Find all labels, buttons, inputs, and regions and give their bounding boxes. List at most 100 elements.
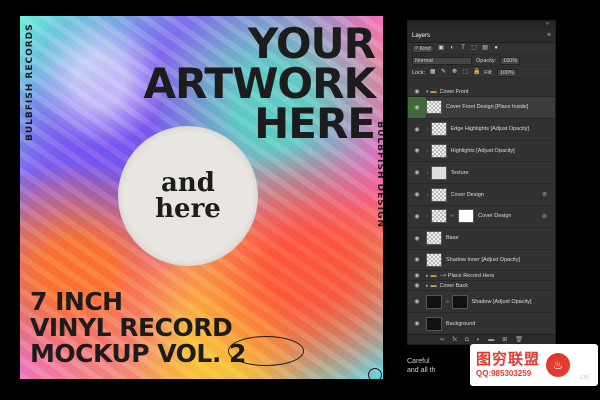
layer-name: Cover Design (478, 213, 512, 220)
chevron-down-icon[interactable]: ▾ (426, 89, 429, 95)
fx-icon[interactable]: fx (452, 337, 457, 343)
eye-icon[interactable]: ◉ (410, 147, 424, 154)
layer-name: Cover Back (439, 282, 468, 289)
circle-text-line: here (155, 194, 221, 224)
eye-icon[interactable]: ◉ (410, 298, 424, 305)
eye-icon[interactable]: ◉ (410, 272, 424, 279)
layers-tab[interactable]: Layers (412, 33, 430, 39)
layer-row[interactable]: ◉ ∞ Shadow [Adjust Opacity] (408, 291, 555, 314)
eye-icon[interactable]: ◉ (410, 235, 424, 242)
eye-icon[interactable]: ◉ (410, 213, 424, 220)
layer-row[interactable]: ◉ ↓ Texture (408, 162, 555, 185)
lock-pixels-icon[interactable]: ▦ (429, 69, 436, 76)
eye-icon[interactable]: ◉ (410, 256, 424, 263)
layer-row[interactable]: ◉ ↓ Edge Highlights [Adjust Opacity] (408, 119, 555, 141)
layer-name: Edge Highlights [Adjust Opacity] (450, 126, 530, 133)
link-layers-icon[interactable]: ∞ (440, 337, 444, 343)
lock-all-icon[interactable]: 🔒 (473, 69, 480, 76)
layer-name: Background (446, 320, 476, 327)
layer-name: Shadow Inner [Adjust Opacity] (446, 256, 520, 263)
layer-row[interactable]: ◉ ▸ ▬ Cover Back (408, 281, 555, 292)
layer-thumbnail (426, 294, 442, 309)
fill-input[interactable]: 100% (496, 68, 517, 77)
subtitle-line: 7 INCH (30, 287, 123, 316)
lock-paint-icon[interactable]: ✎ (440, 69, 447, 76)
watermark-contact: QQ:985303259 (476, 369, 532, 378)
note-line: and all th (407, 367, 436, 374)
link-icon[interactable]: ∞ (446, 299, 450, 305)
layer-thumbnail (430, 209, 447, 224)
cover-headline: YOUR ARTWORK HERE (125, 19, 376, 145)
trash-icon[interactable]: 🗑 (515, 336, 523, 343)
clip-icon: ↓ (426, 213, 429, 220)
new-layer-icon[interactable]: ⊞ (502, 336, 507, 343)
clip-icon: ↓ (426, 191, 429, 198)
layer-row[interactable]: ◉ Background (408, 313, 555, 335)
pixel-filter-icon[interactable]: ▣ (438, 45, 445, 52)
filter-toggle-icon[interactable]: ● (493, 45, 500, 52)
clip-icon: ↓ (426, 126, 429, 133)
layer-thumbnail (426, 100, 442, 115)
layer-name: Cover Front Design [Place Inside] (446, 104, 529, 111)
folder-icon: ▬ (430, 282, 437, 289)
kind-filter-select[interactable]: ⌕ Kind (412, 44, 434, 53)
kind-label: Kind (419, 45, 431, 52)
collapse-icon[interactable]: » (546, 21, 549, 27)
chevron-right-icon[interactable]: ▸ (426, 283, 429, 289)
layer-row[interactable]: ◉ Cover Front Design [Place Inside] (408, 97, 555, 119)
watermark-title: 图穷联盟 (476, 351, 541, 368)
note-line: Careful (407, 358, 430, 365)
layer-row[interactable]: ◉ Shadow Inner [Adjust Opacity] (408, 250, 555, 272)
eye-icon[interactable]: ◉ (410, 88, 424, 95)
eye-icon[interactable]: ◉ (410, 104, 424, 111)
lock-label: Lock: (412, 69, 426, 76)
flame-logo-icon: ♨ (546, 353, 571, 377)
lock-move-icon[interactable]: ✥ (451, 69, 458, 76)
lock-artboard-icon[interactable]: ⬚ (462, 69, 469, 76)
headline-line: YOUR (247, 19, 376, 68)
watermark-badge: 图穷联盟 QQ:985303259 ♨ (470, 344, 598, 386)
layer-mask-thumbnail (458, 209, 475, 224)
eye-icon[interactable]: ◉ (410, 169, 424, 176)
opacity-label: Opacity: (476, 57, 497, 64)
add-mask-icon[interactable]: ◘ (465, 337, 469, 343)
eye-icon[interactable]: ◉ (410, 282, 424, 289)
layer-name: Base (446, 235, 459, 242)
layer-name: --> Place Record Here (439, 272, 495, 279)
layer-thumbnail (426, 231, 442, 246)
layer-row[interactable]: ◉ ↓ Highlights [Adjust Opacity] (408, 141, 555, 163)
panel-titlebar: » (408, 21, 555, 29)
layer-row[interactable]: ◉ ▸ ▬ --> Place Record Here (408, 271, 555, 282)
eye-icon[interactable]: ◉ (410, 320, 424, 327)
chevron-right-icon[interactable]: ▸ (426, 273, 429, 279)
layer-thumbnail (426, 316, 442, 331)
record-sleeve-mockup: BULBFISH RECORDS BULBFISH DESIGN YOUR AR… (20, 16, 383, 379)
layer-name: Cover Front (439, 88, 469, 95)
type-filter-icon[interactable]: T (460, 45, 467, 52)
lock-row: Lock: ▦ ✎ ✥ ⬚ 🔒 Fill: 100% (408, 67, 555, 79)
link-icon[interactable]: ∞ (451, 213, 455, 219)
layer-thumbnail (426, 252, 442, 267)
new-group-icon[interactable]: ▬ (488, 337, 494, 343)
blend-mode-select[interactable]: Normal (412, 56, 472, 65)
adjust-filter-icon[interactable]: ◐ (449, 45, 456, 52)
adjustment-icon[interactable]: ◐ (477, 337, 481, 343)
layer-name: Shadow [Adjust Opacity] (471, 298, 532, 305)
spine-text-left: BULBFISH RECORDS (25, 23, 35, 141)
layer-list: ◉ ▾ ▬ Cover Front ◉ Cover Front Design [… (408, 87, 555, 335)
layer-row[interactable]: ◉ ↓ ∞ Cover Design ⊚ (408, 206, 555, 228)
layer-row[interactable]: ◉ ↓ Cover Design ⊚ (408, 184, 555, 206)
oval-outline (228, 336, 304, 366)
shape-filter-icon[interactable]: ⬚ (471, 45, 478, 52)
clip-icon: ↓ (426, 147, 429, 154)
blend-row: Normal Opacity: 100% (408, 55, 555, 67)
layer-row[interactable]: ◉ ▾ ▬ Cover Front (408, 87, 555, 97)
folder-icon: ▬ (430, 272, 437, 279)
layer-thumbnail (430, 165, 447, 180)
eye-icon[interactable]: ◉ (410, 126, 424, 133)
eye-icon[interactable]: ◉ (410, 191, 424, 198)
panel-menu-icon[interactable]: ≡ (547, 32, 551, 39)
opacity-input[interactable]: 100% (500, 56, 521, 65)
smart-filter-icon[interactable]: ▤ (482, 45, 489, 52)
layer-row[interactable]: ◉ Base (408, 228, 555, 250)
